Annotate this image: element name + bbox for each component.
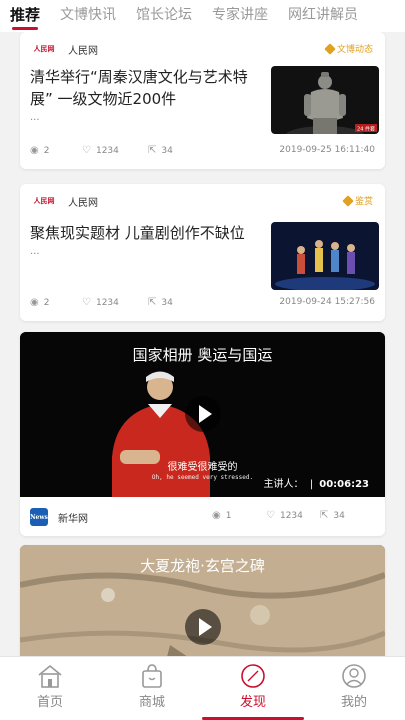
nav-discover[interactable]: 发现 xyxy=(223,663,283,710)
article-stats: ◉ 2 ♡ 1234 ⇱ 34 2019-09-25 16:11:40 xyxy=(30,145,375,159)
like-value: 1234 xyxy=(95,297,119,308)
category-tab-bar: 推荐 文博快讯 馆长论坛 专家讲座 网红讲解员 xyxy=(0,0,405,32)
play-icon xyxy=(198,405,212,423)
heart-icon: ♡ xyxy=(82,297,91,308)
article-thumbnail[interactable] xyxy=(271,222,379,290)
source-name: 人民网 xyxy=(68,45,98,57)
article-source: 人民网 人民网 xyxy=(30,40,99,58)
article-excerpt: ... xyxy=(30,112,40,123)
video-duration: 00:06:23 xyxy=(319,479,369,490)
terracotta-warrior-image: 24 件套 xyxy=(271,66,379,134)
nav-label: 我的 xyxy=(340,695,367,710)
article-card[interactable]: 人民网 人民网 鉴赏 聚焦现实题材 儿童剧创作不缺位 ... ◉ 2 ♡ 123… xyxy=(20,184,385,321)
bottom-navigation: 首页 商城 发现 我的 xyxy=(0,656,405,720)
article-source: 人民网 人民网 xyxy=(30,192,99,210)
people-daily-logo: 人民网 xyxy=(33,196,55,205)
feed-list[interactable]: 人民网 人民网 文博动态 清华举行“周秦汉唐文化与艺术特展” 一级文物近200件… xyxy=(0,32,405,656)
tag-icon xyxy=(324,42,336,55)
publish-date: 2019-09-24 15:27:56 xyxy=(279,297,375,307)
comment-value: 2 xyxy=(43,145,50,156)
speaker-label: 主讲人： xyxy=(263,479,304,490)
profile-icon xyxy=(342,664,366,688)
compass-icon xyxy=(241,664,265,688)
source-name: 人民网 xyxy=(68,197,98,209)
nav-profile[interactable]: 我的 xyxy=(324,663,384,710)
video-player[interactable]: 国家相册 奥运与国运 很难受很难受的 Oh, he seemed very st… xyxy=(20,332,385,497)
children-play-image xyxy=(271,222,379,290)
tag-icon xyxy=(342,194,354,207)
nav-label: 首页 xyxy=(36,695,63,710)
video-title: 国家相册 奥运与国运 xyxy=(132,346,273,364)
comment-count[interactable]: ◉ 2 xyxy=(30,145,49,156)
share-value: 34 xyxy=(161,297,173,308)
nav-label: 发现 xyxy=(239,695,266,710)
eye-icon: ◉ xyxy=(212,510,221,521)
tab-recommend[interactable]: 推荐 xyxy=(10,0,40,32)
video-stats: ◉ 1 ♡ 1234 ⇱ 34 xyxy=(212,510,372,524)
nav-home[interactable]: 首页 xyxy=(20,663,80,710)
thumbnail-badge: 24 件套 xyxy=(357,126,375,133)
article-title[interactable]: 清华举行“周秦汉唐文化与艺术特展” 一级文物近200件 xyxy=(30,66,265,110)
video-card[interactable]: 国家相册 奥运与国运 很难受很难受的 Oh, he seemed very st… xyxy=(20,332,385,536)
tab-curator-forum[interactable]: 馆长论坛 xyxy=(136,0,192,32)
tab-expert-lectures[interactable]: 专家讲座 xyxy=(212,0,268,32)
comment-value: 1 xyxy=(225,510,232,521)
nav-mall[interactable]: 商城 xyxy=(122,663,182,710)
nav-label: 商城 xyxy=(138,695,165,710)
like-value: 1234 xyxy=(95,145,119,156)
tag-label: 鉴赏 xyxy=(354,197,373,207)
publish-date: 2019-09-25 16:11:40 xyxy=(279,145,375,155)
share-value: 34 xyxy=(161,145,173,156)
tab-influencer-guides[interactable]: 网红讲解员 xyxy=(288,0,358,32)
video-player[interactable]: 大夏龙袍·玄宫之碑 xyxy=(20,545,385,656)
source-name: 新华网 xyxy=(58,513,88,525)
heart-icon: ♡ xyxy=(266,510,275,521)
share-count[interactable]: ⇱ 34 xyxy=(148,145,173,156)
like-count[interactable]: ♡ 1234 xyxy=(82,297,119,308)
video-source: News 新华网 xyxy=(30,508,88,526)
like-value: 1234 xyxy=(279,510,303,521)
share-icon: ⇱ xyxy=(320,510,329,521)
comment-count[interactable]: ◉ 1 xyxy=(212,510,231,521)
share-count[interactable]: ⇱ 34 xyxy=(148,297,173,308)
shopping-bag-icon xyxy=(142,664,162,688)
share-value: 34 xyxy=(333,510,345,521)
eye-icon: ◉ xyxy=(30,145,39,156)
category-tag: 文博动态 xyxy=(324,42,373,55)
tag-label: 文博动态 xyxy=(336,45,373,55)
video-title: 大夏龙袍·玄宫之碑 xyxy=(140,557,265,575)
xinhua-logo: News xyxy=(30,508,48,526)
eye-icon: ◉ xyxy=(30,297,39,308)
heart-icon: ♡ xyxy=(82,145,91,156)
play-icon xyxy=(198,618,212,636)
comment-count[interactable]: ◉ 2 xyxy=(30,297,49,308)
tab-museum-news[interactable]: 文博快讯 xyxy=(60,0,116,32)
article-stats: ◉ 2 ♡ 1234 ⇱ 34 2019-09-24 15:27:56 xyxy=(30,297,375,311)
article-title[interactable]: 聚焦现实题材 儿童剧创作不缺位 xyxy=(30,222,265,244)
article-card[interactable]: 人民网 人民网 文博动态 清华举行“周秦汉唐文化与艺术特展” 一级文物近200件… xyxy=(20,32,385,169)
article-excerpt: ... xyxy=(30,246,40,257)
speaker-duration: 主讲人： | 00:06:23 xyxy=(263,479,370,490)
share-count[interactable]: ⇱ 34 xyxy=(320,510,345,521)
video-subtitle: 很难受很难受的 xyxy=(167,462,238,473)
category-tag: 鉴赏 xyxy=(342,194,373,207)
share-icon: ⇱ xyxy=(148,145,157,156)
comment-value: 2 xyxy=(43,297,50,308)
share-icon: ⇱ xyxy=(148,297,157,308)
people-daily-logo: 人民网 xyxy=(33,44,55,53)
like-count[interactable]: ♡ 1234 xyxy=(266,510,303,521)
video-card[interactable]: 大夏龙袍·玄宫之碑 xyxy=(20,545,385,656)
play-button[interactable] xyxy=(185,609,221,645)
home-icon xyxy=(38,664,62,688)
like-count[interactable]: ♡ 1234 xyxy=(82,145,119,156)
article-thumbnail[interactable]: 24 件套 xyxy=(271,66,379,134)
play-button[interactable] xyxy=(185,396,221,432)
